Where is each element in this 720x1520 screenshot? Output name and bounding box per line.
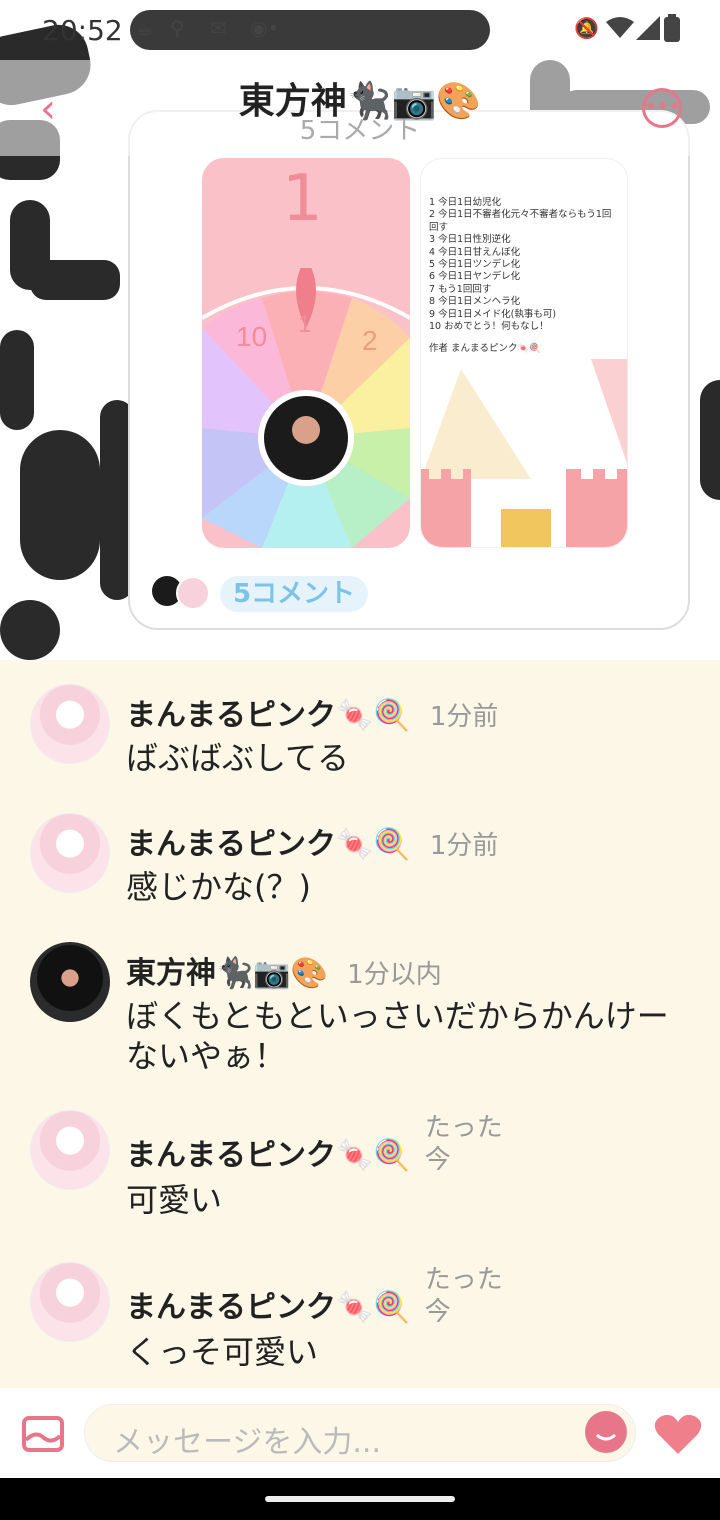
- roulette-wheel: 10 2 1: [202, 268, 410, 548]
- roulette-label-10: 10: [236, 321, 267, 352]
- status-bar: 20:52 ☕ ⚲ ✉ ◉• 🔕: [0, 0, 720, 60]
- scooter-icon: ⚲: [170, 16, 185, 40]
- list-item: 10 おめでとう！何もなし！: [429, 321, 549, 333]
- status-time: 20:52: [42, 14, 123, 47]
- avatar[interactable]: [30, 813, 110, 893]
- roulette-screenshot: 1 10 2 1: [202, 158, 410, 548]
- comment-text: ばぶばぶしてる: [126, 739, 350, 777]
- comment-time: 1分前: [429, 831, 499, 861]
- castle-illustration: [421, 359, 627, 547]
- comment-item: まんまるピンク🍬🍭 たった今 可愛い: [126, 1112, 686, 1220]
- home-gesture-pill[interactable]: [265, 1496, 455, 1502]
- comment-author[interactable]: 東方神🐈‍⬛📷🎨: [126, 948, 328, 992]
- image-picker-icon[interactable]: [22, 1416, 64, 1452]
- post-card[interactable]: 1 10 2 1 1 今日1日幼児化 2 今日1日不審者化元々不審者ならもう1回…: [128, 110, 690, 630]
- heart-icon[interactable]: [654, 1412, 702, 1456]
- avatar[interactable]: [30, 684, 110, 764]
- comment-text: 感じかな(？): [126, 868, 311, 906]
- coffee-icon: ☕: [136, 16, 154, 40]
- comment-count-subtitle: 5コメント: [299, 116, 421, 146]
- signal-icon: [636, 16, 660, 40]
- comment-time: たった今: [424, 1265, 503, 1327]
- commenter-avatar-pink: [176, 576, 210, 610]
- list-item: 7 もう1回回す: [429, 283, 492, 295]
- avatar[interactable]: [30, 942, 110, 1022]
- comment-item: まんまるピンク🍬🍭 1分前 ばぶばぶしてる: [126, 690, 686, 778]
- comment-time: 1分前: [429, 702, 499, 732]
- avatar[interactable]: [30, 1262, 110, 1342]
- roulette-label-2: 2: [362, 325, 378, 356]
- list-item: 4 今日1日甘えんぼ化: [429, 246, 521, 258]
- comment-author[interactable]: まんまるピンク🍬🍭: [126, 690, 411, 734]
- list-item: 1 今日1日幼児化: [429, 197, 502, 208]
- memo-screenshot: 1 今日1日幼児化 2 今日1日不審者化元々不審者ならもう1回回す 3 今日1日…: [420, 158, 628, 548]
- roulette-label-1: 1: [298, 311, 311, 338]
- list-item: 8 今日1日メンヘラ化: [429, 296, 521, 308]
- comment-item: まんまるピンク🍬🍭 たった今 くっそ可愛い: [126, 1264, 686, 1372]
- comment-item: まんまるピンク🍬🍭 1分前 感じかな(？): [126, 819, 686, 907]
- wifi-icon: [606, 17, 634, 38]
- list-item: 2 今日1日不審者化元々不審者ならもう1回回す: [429, 209, 612, 233]
- comment-text: くっそ可愛い: [126, 1333, 319, 1371]
- message-input-bar: メッセージを入力...: [0, 1388, 720, 1478]
- comment-item: 東方神🐈‍⬛📷🎨 1分以内 ぼくもともといっさいだからかんけーないやぁ！: [126, 948, 686, 1076]
- comment-author[interactable]: まんまるピンク🍬🍭: [126, 1282, 411, 1326]
- battery-icon: [664, 14, 680, 42]
- bell-off-icon: 🔕: [574, 16, 599, 40]
- comment-text: 可愛い: [126, 1181, 223, 1219]
- comment-time: たった今: [424, 1113, 503, 1175]
- roulette-top-number: 1: [282, 162, 323, 236]
- avatar[interactable]: [30, 1110, 110, 1190]
- comment-author[interactable]: まんまるピンク🍬🍭: [126, 1130, 411, 1174]
- comment-text: ぼくもともといっさいだからかんけーないやぁ！: [126, 997, 669, 1075]
- app-icon: ◉•: [250, 16, 280, 40]
- message-input[interactable]: メッセージを入力...: [84, 1404, 636, 1462]
- message-placeholder: メッセージを入力...: [113, 1425, 382, 1460]
- comment-count-chip[interactable]: 5コメント: [220, 576, 368, 612]
- system-navigation-bar: [0, 1478, 720, 1520]
- list-item: 9 今日1日メイド化(執事も可): [429, 308, 557, 320]
- top-header: ‹ 東方神🐈‍⬛📷🎨 5コメント •••: [0, 60, 720, 156]
- mail-icon: ✉: [210, 16, 227, 40]
- list-item: 6 今日1日ヤンデレ化: [429, 271, 521, 283]
- list-item: 作者 まんまるピンク🍬🍭: [429, 343, 542, 355]
- roulette-list: 1 今日1日幼児化 2 今日1日不審者化元々不審者ならもう1回回す 3 今日1日…: [429, 197, 619, 356]
- more-options-button[interactable]: •••: [642, 88, 682, 128]
- list-item: 5 今日1日ツンデレ化: [429, 259, 521, 271]
- list-item: 3 今日1日性別逆化: [429, 234, 511, 246]
- emoji-icon[interactable]: [585, 1411, 627, 1453]
- comment-time: 1分以内: [347, 960, 442, 990]
- comment-author[interactable]: まんまるピンク🍬🍭: [126, 819, 411, 863]
